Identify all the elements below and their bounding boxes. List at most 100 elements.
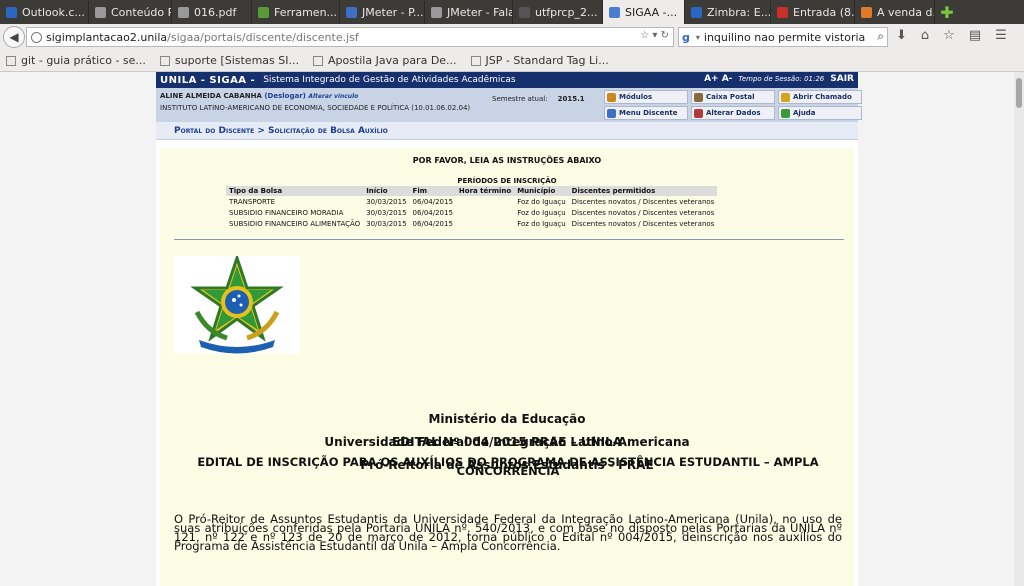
reload-icon[interactable]: ☆ ▾ ↻	[640, 30, 669, 41]
bookmark-item[interactable]: JSP - Standard Tag Li...	[470, 54, 609, 67]
tab-favicon-icon	[861, 6, 872, 18]
bookmark-star-icon[interactable]: ☆	[943, 28, 955, 43]
menu-button-label: Caixa Postal	[706, 93, 755, 101]
column-header: Tipo da Bolsa	[226, 186, 364, 196]
table-cell: TRANSPORTE	[229, 197, 276, 206]
search-value: inquilino nao permite vistoria	[703, 30, 866, 44]
sigaa-brand: UNILA - SIGAA -	[160, 74, 256, 86]
column-header: Fim	[409, 186, 456, 196]
tab-favicon-icon	[258, 6, 269, 18]
menu-item-icon	[781, 92, 790, 102]
new-tab-icon[interactable]: ✚	[935, 0, 959, 24]
menu-button-label: Menu Discente	[619, 109, 678, 117]
download-icon[interactable]: ⬇	[896, 28, 907, 43]
tab-label: JMeter - Fala...	[447, 5, 512, 19]
deslogar-link[interactable]: (Deslogar)	[264, 92, 306, 100]
home-icon[interactable]: ⌂	[921, 28, 929, 43]
logout-button[interactable]: SAIR	[830, 74, 854, 84]
periods-title: PERÍODOS DE INSCRIÇÃO	[457, 177, 557, 185]
menu-icon[interactable]: ☰	[995, 28, 1007, 43]
page-viewport: UNILA - SIGAA - Sistema Integrado de Ges…	[0, 72, 1014, 586]
menu-item-icon	[607, 108, 616, 118]
tab-favicon-icon	[6, 6, 17, 18]
menu-button[interactable]: Ajuda	[778, 106, 862, 120]
edital-paragraph: O Pró-Reitor de Assuntos Estudantis da U…	[174, 512, 842, 553]
table-row: SUBSIDIO FINANCEIRO ALIMENTAÇÃO 30/03/201…	[226, 218, 717, 229]
menu-button-label: Ajuda	[793, 109, 816, 117]
url-bar[interactable]: sigimplantacao2.unila/sigaa/portais/disc…	[26, 27, 674, 47]
tab-label: Zimbra: E...	[707, 5, 771, 19]
tab-label: Ferramen...	[274, 5, 338, 19]
column-header: Discentes permitidos	[568, 186, 718, 196]
back-button[interactable]: ◀	[3, 26, 25, 48]
breadcrumb: Portal do Discente > Solicitação de Bols…	[156, 122, 858, 140]
browser-tab[interactable]: JMeter - P...	[340, 0, 425, 24]
menu-button[interactable]: Caixa Postal	[691, 90, 775, 104]
semester-label: Semestre atual:	[492, 95, 548, 103]
menu-button[interactable]: Menu Discente	[604, 106, 688, 120]
table-cell: 30/03/2015	[366, 197, 407, 206]
tab-favicon-icon	[691, 6, 702, 18]
browser-tab[interactable]: Entrada (8...	[771, 0, 855, 24]
header-right: A+ A- Tempo de Sessão: 01:26 SAIR	[704, 74, 854, 84]
table-cell: SUBSIDIO FINANCEIRO ALIMENTAÇÃO	[229, 219, 361, 228]
google-icon: g	[682, 30, 690, 44]
menu-button[interactable]: Alterar Dados	[691, 106, 775, 120]
search-icon[interactable]: ⌕	[877, 29, 884, 44]
bookmark-item[interactable]: git - guia prático - se...	[6, 54, 146, 67]
table-cell	[456, 207, 514, 218]
bookmark-label: Apostila Java para De...	[327, 54, 457, 67]
browser-tab[interactable]: Outlook.c...	[0, 0, 89, 24]
scrollbar-thumb[interactable]	[1016, 78, 1022, 108]
edital-subtitle: EDITAL DE INSCRIÇÃO PARA OS AUXÍLIOS DO …	[197, 455, 819, 478]
table-cell: 06/04/2015	[412, 208, 453, 217]
column-header: Município	[514, 186, 569, 196]
table-cell: Foz do Iguaçu	[517, 197, 566, 206]
semester-value: 2015.1	[557, 95, 585, 103]
browser-tab[interactable]: A venda d...	[855, 0, 935, 24]
vertical-scrollbar[interactable]	[1014, 72, 1024, 586]
font-size-controls[interactable]: A+ A-	[704, 74, 732, 84]
user-institute: INSTITUTO LATINO-AMERICANO DE ECONOMIA, …	[160, 104, 471, 112]
table-header-row: Tipo da Bolsa Início Fim Hora término Municí…	[226, 186, 718, 196]
bookmarks-bar: git - guia prático - se... suporte [Siste…	[0, 50, 1024, 72]
quick-menu: Módulos Caixa Postal Abrir Chamado Menu Dis…	[604, 90, 862, 120]
clipboard-icon[interactable]: ▤	[969, 28, 981, 43]
search-input[interactable]: g ▾ inquilino nao permite vistoria ⌕	[678, 27, 888, 47]
browser-tab[interactable]: Conteúdo Pr...	[89, 0, 172, 24]
edital-title: EDITAL Nº 004/2015 PRAE – UNILA	[391, 435, 623, 449]
browser-tab[interactable]: Zimbra: E...	[685, 0, 771, 24]
tab-label: Entrada (8...	[793, 5, 855, 19]
menu-item-icon	[694, 92, 703, 102]
table-cell: Foz do Iguaçu	[517, 208, 566, 217]
table-cell: 06/04/2015	[412, 197, 453, 206]
search-dropdown-icon[interactable]: ▾	[696, 33, 700, 42]
bookmark-icon	[470, 55, 481, 66]
tab-favicon-icon	[431, 6, 442, 18]
browser-tab[interactable]: 016.pdf	[172, 0, 252, 24]
browser-tab[interactable]: JMeter - Fala...	[425, 0, 513, 24]
brazil-coat-of-arms-icon	[174, 256, 300, 354]
bookmark-item[interactable]: suporte [Sistemas SI...	[159, 54, 299, 67]
menu-button[interactable]: Abrir Chamado	[778, 90, 862, 104]
browser-tab[interactable]: SIGAA -...✕	[603, 0, 685, 24]
table-cell: 06/04/2015	[412, 219, 453, 228]
instructions-notice: POR FAVOR, LEIA AS INSTRUÇÕES ABAIXO	[412, 156, 602, 165]
tab-label: 016.pdf	[194, 5, 237, 19]
tab-favicon-icon	[95, 6, 106, 18]
semester-info: Semestre atual: 2015.1	[492, 95, 585, 103]
back-arrow-icon: ◀	[9, 30, 19, 44]
menu-item-icon	[607, 92, 616, 102]
browser-tab[interactable]: Ferramen...	[252, 0, 340, 24]
sigaa-page: UNILA - SIGAA - Sistema Integrado de Ges…	[156, 72, 862, 586]
bookmark-icon	[159, 55, 170, 66]
menu-button[interactable]: Módulos	[604, 90, 688, 104]
table-row: SUBSIDIO FINANCEIRO MORADIA 30/03/2015 06/…	[226, 207, 717, 218]
tab-favicon-icon	[178, 6, 189, 18]
table-cell	[456, 218, 514, 229]
bookmark-item[interactable]: Apostila Java para De...	[312, 54, 457, 67]
browser-nav-bar: ◀ sigimplantacao2.unila/sigaa/portais/di…	[0, 24, 1024, 50]
alterar-vinculo-link[interactable]: Alterar vínculo	[308, 93, 358, 100]
browser-tab[interactable]: utfprcp_2...	[513, 0, 603, 24]
tab-label: JMeter - P...	[362, 5, 424, 19]
